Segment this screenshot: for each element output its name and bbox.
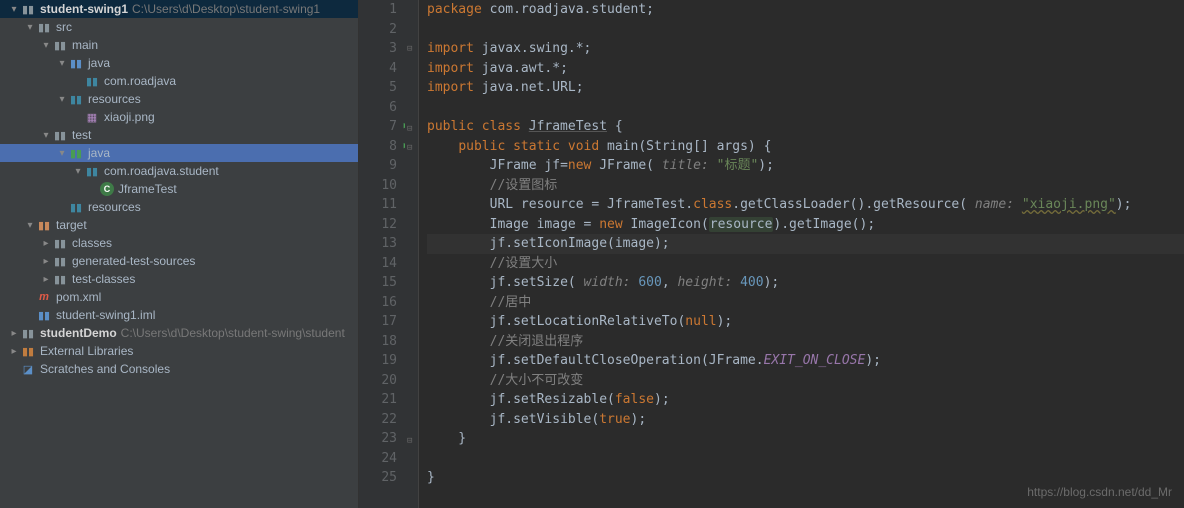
tree-resources[interactable]: ▾ ▮▮ resources [0, 90, 358, 108]
code-line: jf.setLocationRelativeTo(null); [427, 312, 1184, 332]
watermark: https://blog.csdn.net/dd_Mr [1027, 483, 1172, 503]
chevron-down-icon: ▾ [24, 220, 36, 231]
code-line: } [427, 429, 1184, 449]
code-line: //设置大小 [427, 254, 1184, 274]
tree-main-java[interactable]: ▾ ▮▮ java [0, 54, 358, 72]
fold-gutter[interactable]: ⊟ ⊟ ⊟ ⊟ [405, 0, 419, 508]
tree-project-root[interactable]: ▾ ▮▮ student-swing1 C:\Users\d\Desktop\s… [0, 0, 358, 18]
image-file-icon: ▦ [84, 109, 100, 125]
tree-classes[interactable]: ▸ ▮▮ classes [0, 234, 358, 252]
chevron-down-icon: ▾ [24, 22, 36, 33]
code-line: //关闭退出程序 [427, 332, 1184, 352]
test-source-folder-icon: ▮▮ [68, 145, 84, 161]
package-icon: ▮▮ [84, 163, 100, 179]
folder-icon: ▮▮ [52, 253, 68, 269]
chevron-right-icon: ▸ [40, 256, 52, 267]
class-file-icon: C [100, 182, 114, 196]
folder-icon: ▮▮ [36, 19, 52, 35]
code-line [427, 98, 1184, 118]
fold-marker-icon[interactable]: ⊟ [407, 139, 412, 159]
module-icon: ▮▮ [20, 325, 36, 341]
code-line: jf.setResizable(false); [427, 390, 1184, 410]
code-line: public static void main(String[] args) { [427, 137, 1184, 157]
tree-scratches[interactable]: ◪ Scratches and Consoles [0, 360, 358, 378]
chevron-down-icon: ▾ [8, 4, 20, 15]
code-editor[interactable]: 1 2 3 4 5 6 7▶ 8▶ 9 10 11 12 13 14 15 16… [359, 0, 1184, 508]
chevron-down-icon: ▾ [72, 166, 84, 177]
chevron-right-icon: ▸ [8, 328, 20, 339]
code-line: import java.awt.*; [427, 59, 1184, 79]
chevron-right-icon: ▸ [40, 238, 52, 249]
chevron-down-icon: ▾ [40, 130, 52, 141]
tree-jframetest[interactable]: C JframeTest [0, 180, 358, 198]
project-path: C:\Users\d\Desktop\student-swing1 [132, 2, 320, 16]
chevron-right-icon: ▸ [8, 346, 20, 357]
library-icon: ▮▮ [20, 343, 36, 359]
folder-icon: ▮▮ [52, 127, 68, 143]
code-line: package com.roadjava.student; [427, 0, 1184, 20]
code-line [427, 20, 1184, 40]
chevron-down-icon: ▾ [40, 40, 52, 51]
tree-pom[interactable]: m pom.xml [0, 288, 358, 306]
folder-icon: ▮▮ [52, 271, 68, 287]
chevron-down-icon: ▾ [56, 94, 68, 105]
code-line: import javax.swing.*; [427, 39, 1184, 59]
tree-test-resources[interactable]: ▮▮ resources [0, 198, 358, 216]
chevron-right-icon: ▸ [40, 274, 52, 285]
code-line: //设置图标 [427, 176, 1184, 196]
module-file-icon: ▮▮ [36, 307, 52, 323]
source-folder-icon: ▮▮ [68, 55, 84, 71]
code-line: import java.net.URL; [427, 78, 1184, 98]
code-line: //居中 [427, 293, 1184, 313]
project-name: student-swing1 [40, 2, 128, 16]
tree-student-demo[interactable]: ▸ ▮▮ studentDemo C:\Users\d\Desktop\stud… [0, 324, 358, 342]
target-folder-icon: ▮▮ [36, 217, 52, 233]
code-line: jf.setSize( width: 600, height: 400); [427, 273, 1184, 293]
tree-main-pkg[interactable]: ▮▮ com.roadjava [0, 72, 358, 90]
tree-src[interactable]: ▾ ▮▮ src [0, 18, 358, 36]
code-line: //大小不可改变 [427, 371, 1184, 391]
code-line [427, 449, 1184, 469]
tree-test[interactable]: ▾ ▮▮ test [0, 126, 358, 144]
fold-marker-icon[interactable]: ⊟ [407, 40, 412, 60]
resources-folder-icon: ▮▮ [68, 91, 84, 107]
code-line: Image image = new ImageIcon(resource).ge… [427, 215, 1184, 235]
maven-file-icon: m [36, 289, 52, 305]
package-icon: ▮▮ [84, 73, 100, 89]
tree-test-classes[interactable]: ▸ ▮▮ test-classes [0, 270, 358, 288]
scratch-icon: ◪ [20, 361, 36, 377]
code-line: jf.setDefaultCloseOperation(JFrame.EXIT_… [427, 351, 1184, 371]
code-content[interactable]: package com.roadjava.student; import jav… [419, 0, 1184, 508]
tree-test-pkg[interactable]: ▾ ▮▮ com.roadjava.student [0, 162, 358, 180]
chevron-down-icon: ▾ [56, 148, 68, 159]
code-line: JFrame jf=new JFrame( title: "标题"); [427, 156, 1184, 176]
tree-external-libs[interactable]: ▸ ▮▮ External Libraries [0, 342, 358, 360]
fold-marker-icon[interactable]: ⊟ [407, 120, 412, 140]
resources-folder-icon: ▮▮ [68, 199, 84, 215]
code-line: public class JframeTest { [427, 117, 1184, 137]
tree-main[interactable]: ▾ ▮▮ main [0, 36, 358, 54]
project-tree[interactable]: ▾ ▮▮ student-swing1 C:\Users\d\Desktop\s… [0, 0, 359, 508]
module-icon: ▮▮ [20, 1, 36, 17]
folder-icon: ▮▮ [52, 37, 68, 53]
code-line-current: jf.setIconImage(image); [427, 234, 1184, 254]
tree-xiaoji-png[interactable]: ▦ xiaoji.png [0, 108, 358, 126]
tree-test-java[interactable]: ▾ ▮▮ java [0, 144, 358, 162]
tree-iml[interactable]: ▮▮ student-swing1.iml [0, 306, 358, 324]
line-number-gutter: 1 2 3 4 5 6 7▶ 8▶ 9 10 11 12 13 14 15 16… [359, 0, 405, 508]
chevron-down-icon: ▾ [56, 58, 68, 69]
code-line: jf.setVisible(true); [427, 410, 1184, 430]
tree-gen-test-sources[interactable]: ▸ ▮▮ generated-test-sources [0, 252, 358, 270]
fold-marker-icon[interactable]: ⊟ [407, 432, 412, 452]
tree-target[interactable]: ▾ ▮▮ target [0, 216, 358, 234]
code-line: URL resource = JframeTest.class.getClass… [427, 195, 1184, 215]
folder-icon: ▮▮ [52, 235, 68, 251]
